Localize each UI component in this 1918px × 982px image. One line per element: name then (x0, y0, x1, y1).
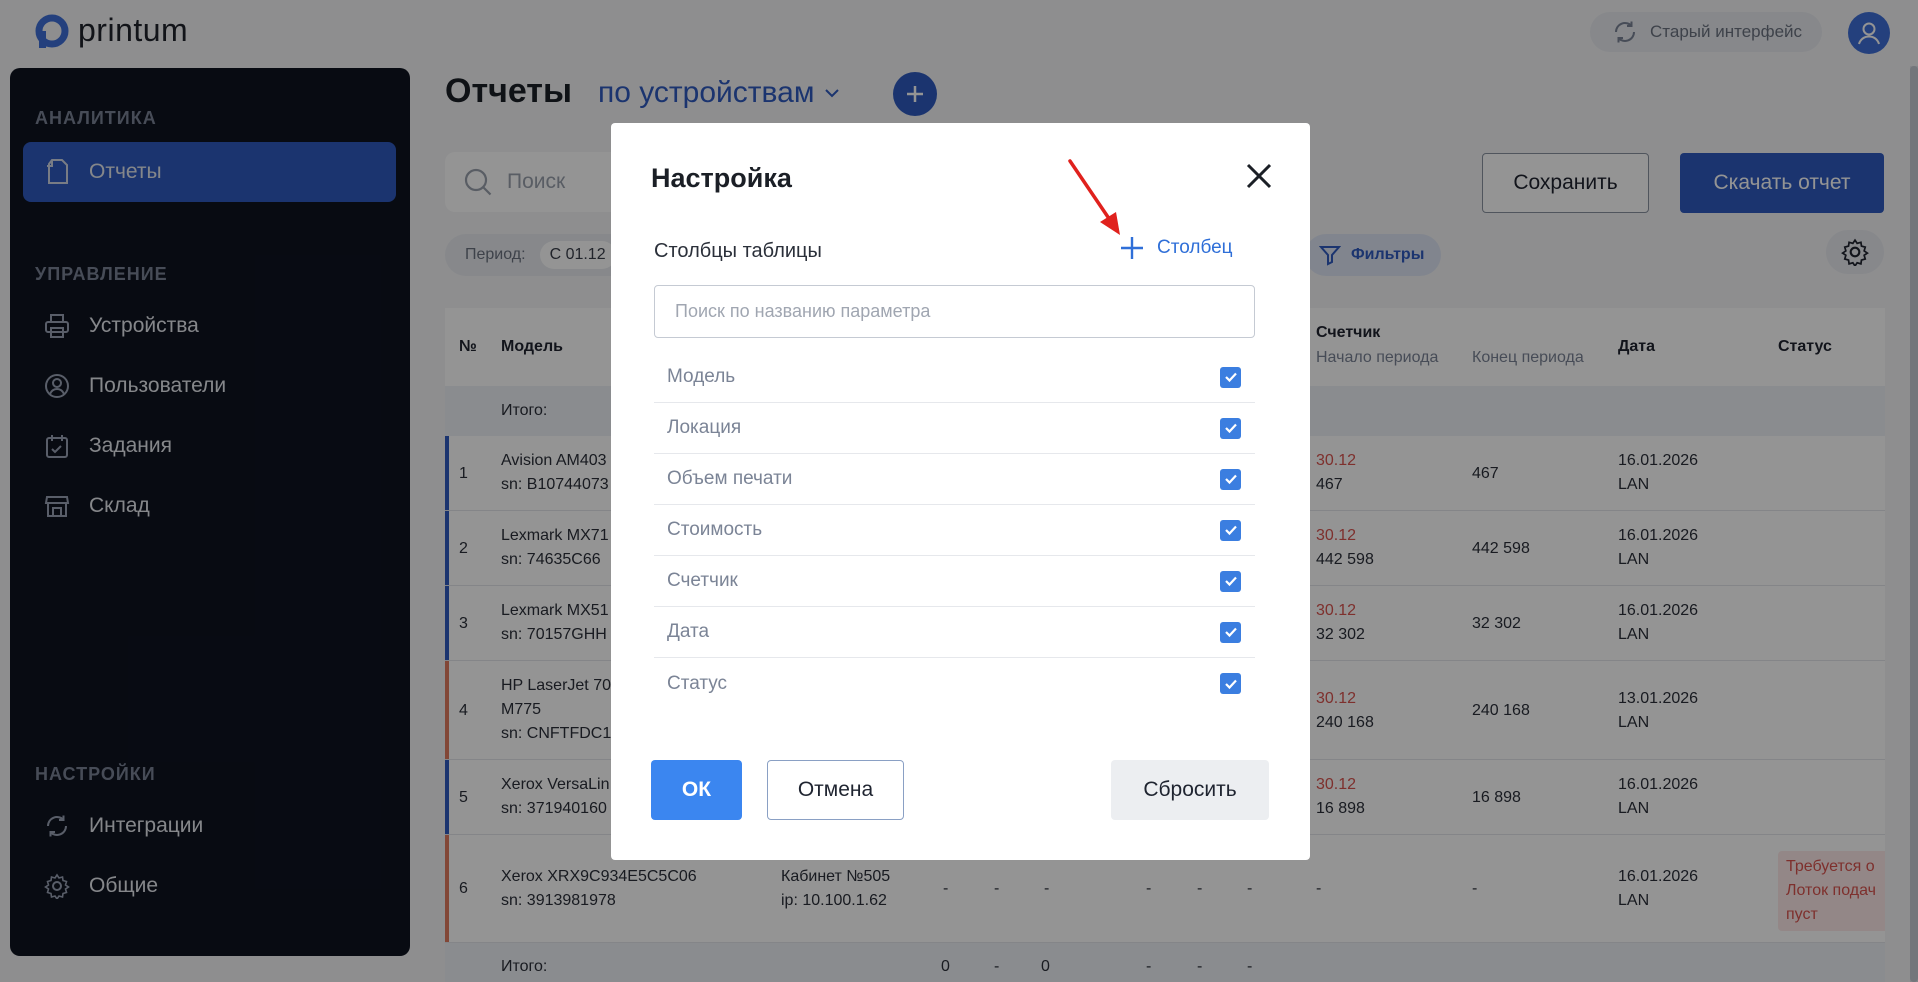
check-icon (1224, 423, 1237, 434)
column-item-label: Локация (667, 417, 742, 438)
column-item-cost[interactable]: Стоимость (654, 505, 1255, 556)
annotation-arrow-icon (1068, 159, 1120, 235)
reset-button[interactable]: Сбросить (1111, 760, 1269, 820)
modal-title: Настройка (651, 163, 792, 193)
column-item-model[interactable]: Модель (654, 352, 1255, 403)
cancel-button[interactable]: Отмена (767, 760, 904, 820)
check-icon (1224, 372, 1237, 383)
check-icon (1224, 576, 1237, 587)
column-list: Модель Локация Объем печати Стоимость Сч… (654, 352, 1255, 709)
ok-button[interactable]: ОК (651, 760, 742, 820)
column-item-status[interactable]: Статус (654, 658, 1255, 709)
checkbox[interactable] (1220, 621, 1241, 643)
check-icon (1224, 474, 1237, 485)
checkbox[interactable] (1220, 468, 1241, 490)
add-column-button[interactable]: Столбец (1119, 235, 1233, 261)
check-icon (1224, 627, 1237, 638)
checkbox[interactable] (1220, 519, 1241, 541)
checkbox[interactable] (1220, 570, 1241, 592)
column-item-label: Счетчик (667, 570, 738, 591)
column-item-print-volume[interactable]: Объем печати (654, 454, 1255, 505)
settings-modal: Настройка Столбцы таблицы Столбец Модель… (611, 123, 1310, 860)
close-icon (1246, 163, 1272, 189)
column-item-label: Объем печати (667, 468, 793, 489)
checkbox[interactable] (1220, 417, 1241, 439)
column-item-label: Модель (667, 366, 736, 387)
parameter-search-input[interactable] (654, 285, 1255, 338)
checkbox[interactable] (1220, 366, 1241, 388)
column-item-label: Стоимость (667, 519, 763, 540)
column-item-date[interactable]: Дата (654, 607, 1255, 658)
check-icon (1224, 679, 1237, 689)
column-item-label: Статус (667, 672, 728, 694)
close-button[interactable] (1241, 158, 1277, 194)
column-item-counter[interactable]: Счетчик (654, 556, 1255, 607)
column-item-label: Дата (667, 621, 710, 642)
table-columns-label: Столбцы таблицы (654, 240, 822, 262)
check-icon (1224, 525, 1237, 536)
checkbox[interactable] (1220, 673, 1241, 694)
add-column-label: Столбец (1157, 237, 1233, 258)
column-item-location[interactable]: Локация (654, 403, 1255, 454)
